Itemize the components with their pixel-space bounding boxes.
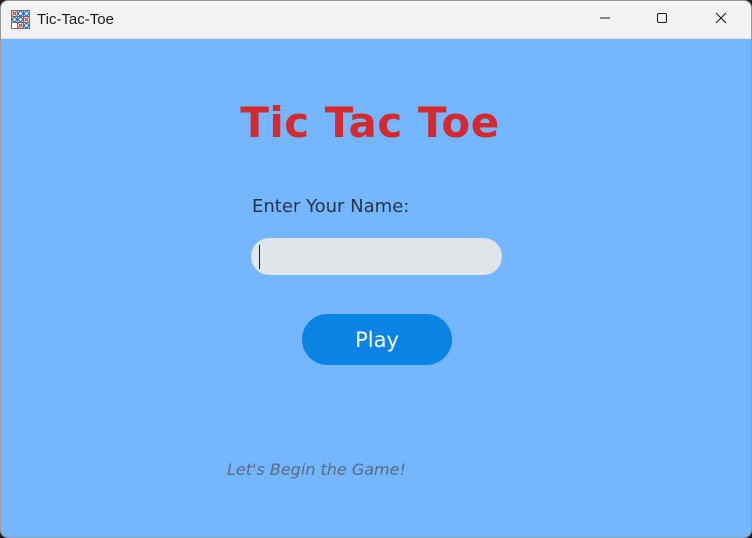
maximize-button[interactable] — [639, 1, 685, 38]
maximize-icon — [656, 11, 668, 29]
title-bar[interactable]: Tic-Tac-Toe — [1, 1, 751, 39]
main-content: Tic Tac Toe Enter Your Name: Play Let's … — [1, 39, 751, 537]
name-input[interactable] — [251, 238, 502, 275]
app-window: Tic-Tac-Toe Tic Tac Toe Enter Your Name:… — [0, 0, 752, 538]
name-label: Enter Your Name: — [252, 196, 410, 217]
close-icon — [715, 11, 727, 29]
minimize-button[interactable] — [582, 1, 628, 38]
game-title: Tic Tac Toe — [240, 98, 500, 147]
footer-message: Let's Begin the Game! — [227, 460, 406, 479]
tic-tac-toe-grid-icon — [11, 10, 30, 29]
minimize-icon — [599, 11, 611, 29]
play-button[interactable]: Play — [302, 314, 452, 365]
window-title: Tic-Tac-Toe — [37, 11, 114, 28]
close-button[interactable] — [698, 1, 744, 38]
text-caret — [259, 245, 260, 269]
